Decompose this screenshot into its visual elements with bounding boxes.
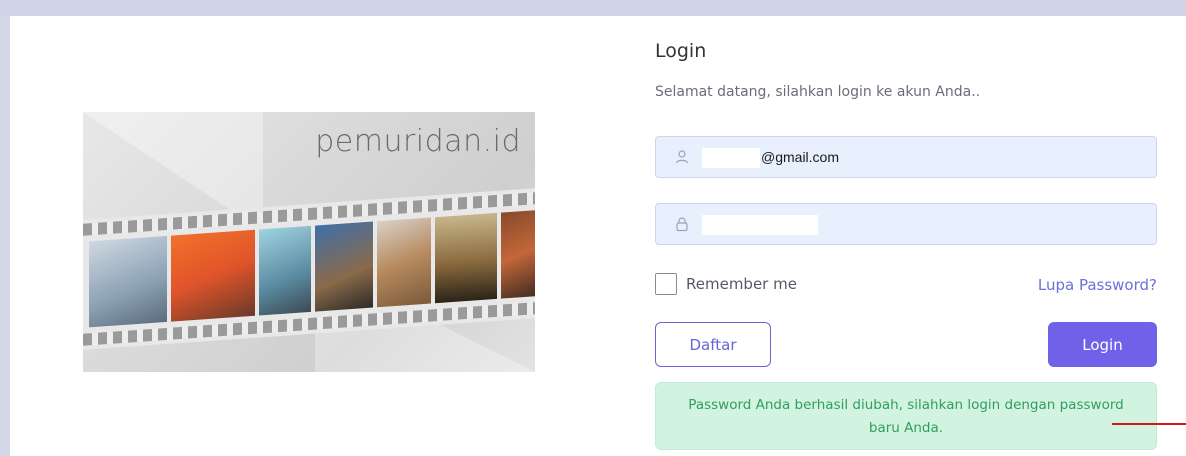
remember-checkbox[interactable] [655, 273, 677, 295]
remember-label: Remember me [686, 275, 797, 293]
page-subtitle: Selamat datang, silahkan login ke akun A… [655, 84, 981, 100]
film-frame [171, 229, 255, 322]
film-frame [377, 217, 431, 308]
email-field[interactable]: @gmail.com [655, 136, 1157, 178]
film-frame [259, 225, 311, 316]
brand-logo: pemuridan.id [315, 124, 521, 159]
remember-me[interactable]: Remember me [655, 273, 797, 295]
lock-icon [674, 216, 690, 232]
page-title: Login [655, 40, 707, 62]
redacted-text [702, 215, 818, 235]
redacted-text [702, 148, 760, 168]
film-frame [501, 209, 535, 299]
film-frame [435, 212, 497, 304]
forgot-password-link[interactable]: Lupa Password? [1038, 276, 1157, 294]
email-value: @gmail.com [761, 149, 840, 165]
login-button[interactable]: Login [1048, 322, 1157, 367]
background-top [0, 0, 1186, 16]
password-field[interactable] [655, 203, 1157, 245]
film-frame [89, 235, 167, 328]
success-alert: Password Anda berhasil diubah, silahkan … [655, 382, 1157, 450]
register-button[interactable]: Daftar [655, 322, 771, 367]
annotation-line [1112, 423, 1186, 425]
user-icon [674, 149, 690, 165]
brand-banner: pemuridan.id [83, 112, 535, 372]
film-frame [315, 221, 373, 312]
background-left [0, 16, 10, 456]
